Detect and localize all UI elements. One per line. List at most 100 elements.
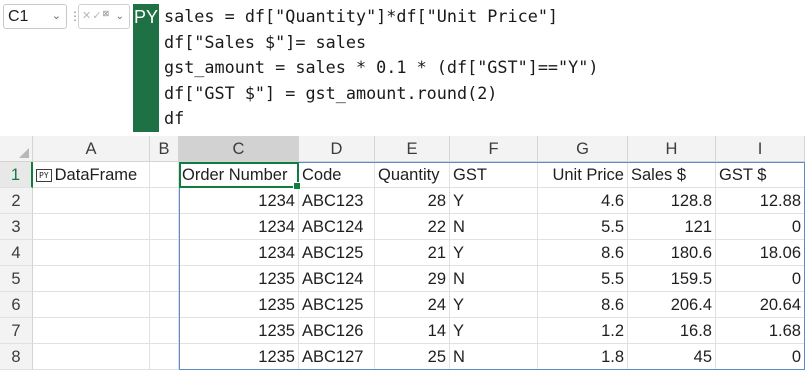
cell-d3[interactable]: ABC124 bbox=[299, 214, 375, 240]
cell-i5[interactable]: 0 bbox=[716, 266, 805, 292]
column-label-e1[interactable]: Quantity bbox=[375, 162, 450, 188]
cell-i7[interactable]: 1.68 bbox=[716, 318, 805, 344]
cell-h2[interactable]: 128.8 bbox=[628, 188, 716, 214]
cell-f5[interactable]: N bbox=[450, 266, 538, 292]
python-code-editor[interactable]: sales = df["Quantity"]*df["Unit Price"] d… bbox=[164, 4, 598, 132]
cell-i3[interactable]: 0 bbox=[716, 214, 805, 240]
cell-d6[interactable]: ABC125 bbox=[299, 292, 375, 318]
cell-h3[interactable]: 121 bbox=[628, 214, 716, 240]
cell-f8[interactable]: N bbox=[450, 344, 538, 370]
cell-d5[interactable]: ABC124 bbox=[299, 266, 375, 292]
cell-d2[interactable]: ABC123 bbox=[299, 188, 375, 214]
chevron-down-icon[interactable]: ⌄ bbox=[116, 5, 125, 28]
cell-h5[interactable]: 159.5 bbox=[628, 266, 716, 292]
column-header-a[interactable]: A bbox=[33, 136, 150, 162]
code-line: sales = df["Quantity"]*df["Unit Price"] bbox=[164, 6, 559, 26]
cell-g2[interactable]: 4.6 bbox=[538, 188, 628, 214]
cell-b3[interactable] bbox=[150, 214, 179, 240]
cell-a7[interactable] bbox=[33, 318, 150, 344]
cell-f3[interactable]: N bbox=[450, 214, 538, 240]
cell-i4[interactable]: 18.06 bbox=[716, 240, 805, 266]
cell-e4[interactable]: 21 bbox=[375, 240, 450, 266]
cell-c3[interactable]: 1234 bbox=[179, 214, 299, 240]
cell-a8[interactable] bbox=[33, 344, 150, 370]
cell-g6[interactable]: 8.6 bbox=[538, 292, 628, 318]
cell-h6[interactable]: 206.4 bbox=[628, 292, 716, 318]
cell-e2[interactable]: 28 bbox=[375, 188, 450, 214]
cell-d8[interactable]: ABC127 bbox=[299, 344, 375, 370]
column-header-g[interactable]: G bbox=[538, 136, 628, 162]
cell-e8[interactable]: 25 bbox=[375, 344, 450, 370]
row-header-5[interactable]: 5 bbox=[0, 266, 33, 292]
cell-g5[interactable]: 5.5 bbox=[538, 266, 628, 292]
name-box[interactable]: C1 ⌄ bbox=[3, 4, 67, 29]
cell-b7[interactable] bbox=[150, 318, 179, 344]
cell-h4[interactable]: 180.6 bbox=[628, 240, 716, 266]
column-header-f[interactable]: F bbox=[450, 136, 538, 162]
cell-f6[interactable]: Y bbox=[450, 292, 538, 318]
cell-e6[interactable]: 24 bbox=[375, 292, 450, 318]
column-header-i[interactable]: I bbox=[716, 136, 805, 162]
cell-b6[interactable] bbox=[150, 292, 179, 318]
cell-e5[interactable]: 29 bbox=[375, 266, 450, 292]
cell-b4[interactable] bbox=[150, 240, 179, 266]
cell-a1[interactable]: PY DataFrame bbox=[33, 162, 150, 188]
cell-c2[interactable]: 1234 bbox=[179, 188, 299, 214]
cell-i6[interactable]: 20.64 bbox=[716, 292, 805, 318]
formula-controls[interactable]: ✕✓⊠ ⌄ bbox=[78, 4, 130, 29]
cell-a2[interactable] bbox=[33, 188, 150, 214]
row-header-8[interactable]: 8 bbox=[0, 344, 33, 370]
cell-f7[interactable]: Y bbox=[450, 318, 538, 344]
cell-g3[interactable]: 5.5 bbox=[538, 214, 628, 240]
column-label-c1[interactable]: Order Number bbox=[179, 162, 299, 188]
cell-a4[interactable] bbox=[33, 240, 150, 266]
row-header-3[interactable]: 3 bbox=[0, 214, 33, 240]
column-label-h1[interactable]: Sales $ bbox=[628, 162, 716, 188]
column-header-h[interactable]: H bbox=[628, 136, 716, 162]
cell-c5[interactable]: 1235 bbox=[179, 266, 299, 292]
cell-b2[interactable] bbox=[150, 188, 179, 214]
cell-i8[interactable]: 0 bbox=[716, 344, 805, 370]
cell-i2[interactable]: 12.88 bbox=[716, 188, 805, 214]
cell-a5[interactable] bbox=[33, 266, 150, 292]
cell-d7[interactable]: ABC126 bbox=[299, 318, 375, 344]
column-label-d1[interactable]: Code bbox=[299, 162, 375, 188]
cell-a3[interactable] bbox=[33, 214, 150, 240]
cell-e3[interactable]: 22 bbox=[375, 214, 450, 240]
cell-g7[interactable]: 1.2 bbox=[538, 318, 628, 344]
column-header-c[interactable]: C bbox=[179, 136, 299, 162]
cell-e7[interactable]: 14 bbox=[375, 318, 450, 344]
row-header-6[interactable]: 6 bbox=[0, 292, 33, 318]
cell-c7[interactable]: 1235 bbox=[179, 318, 299, 344]
cell-d4[interactable]: ABC125 bbox=[299, 240, 375, 266]
code-line: df["Sales $"]= sales bbox=[164, 31, 367, 52]
cell-g8[interactable]: 1.8 bbox=[538, 344, 628, 370]
cell-h7[interactable]: 16.8 bbox=[628, 318, 716, 344]
cell-f2[interactable]: Y bbox=[450, 188, 538, 214]
cell-a6[interactable] bbox=[33, 292, 150, 318]
cell-c4[interactable]: 1234 bbox=[179, 240, 299, 266]
python-function-icon[interactable]: ⊠ bbox=[102, 9, 110, 18]
row-header-7[interactable]: 7 bbox=[0, 318, 33, 344]
row-header-1[interactable]: 1 bbox=[0, 162, 33, 188]
cell-b5[interactable] bbox=[150, 266, 179, 292]
cell-c8[interactable]: 1235 bbox=[179, 344, 299, 370]
cell-b8[interactable] bbox=[150, 344, 179, 370]
chevron-down-icon[interactable]: ⌄ bbox=[52, 5, 61, 28]
column-header-e[interactable]: E bbox=[375, 136, 450, 162]
confirm-icon[interactable]: ✓ bbox=[92, 10, 102, 22]
cell-b1[interactable] bbox=[150, 162, 179, 188]
column-header-d[interactable]: D bbox=[299, 136, 375, 162]
column-label-g1[interactable]: Unit Price bbox=[538, 162, 628, 188]
code-line: df bbox=[164, 108, 185, 128]
cell-g4[interactable]: 8.6 bbox=[538, 240, 628, 266]
row-header-2[interactable]: 2 bbox=[0, 188, 33, 214]
column-label-f1[interactable]: GST bbox=[450, 162, 538, 188]
cell-f4[interactable]: Y bbox=[450, 240, 538, 266]
cancel-icon[interactable]: ✕ bbox=[82, 10, 92, 22]
column-header-b[interactable]: B bbox=[150, 136, 179, 162]
cell-c6[interactable]: 1235 bbox=[179, 292, 299, 318]
row-header-4[interactable]: 4 bbox=[0, 240, 33, 266]
column-label-i1[interactable]: GST $ bbox=[716, 162, 805, 188]
cell-h8[interactable]: 45 bbox=[628, 344, 716, 370]
